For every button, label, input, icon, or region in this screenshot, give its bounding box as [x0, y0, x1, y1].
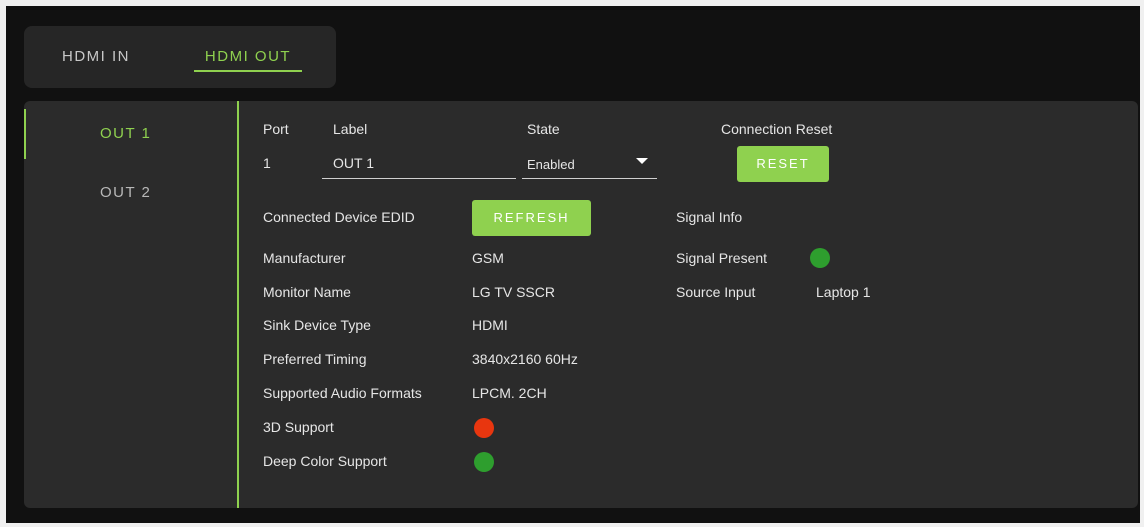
3d-support-status-indicator [474, 418, 494, 438]
preferred-timing-value: 3840x2160 60Hz [472, 351, 578, 367]
sink-device-type-label: Sink Device Type [263, 317, 371, 333]
reset-button[interactable]: RESET [737, 146, 829, 182]
preferred-timing-label: Preferred Timing [263, 351, 367, 367]
state-select[interactable]: Enabled [527, 157, 575, 172]
chevron-down-icon[interactable] [636, 158, 648, 164]
manufacturer-label: Manufacturer [263, 250, 346, 266]
manufacturer-value: GSM [472, 250, 504, 266]
state-select-underline [522, 178, 657, 179]
signal-present-indicator [810, 248, 830, 268]
sink-device-type-value: HDMI [472, 317, 508, 333]
signal-info-title: Signal Info [676, 209, 743, 225]
monitor-name-value: LG TV SSCR [472, 284, 555, 300]
refresh-button[interactable]: REFRESH [472, 200, 591, 236]
sidebar-item-out-2[interactable]: OUT 2 [100, 184, 151, 201]
port-number: 1 [263, 155, 271, 171]
source-input-value: Laptop 1 [816, 284, 871, 300]
tab-bar: HDMI IN HDMI OUT [24, 26, 336, 88]
sidebar-item-out-1[interactable]: OUT 1 [100, 125, 151, 142]
audio-formats-value: LPCM. 2CH [472, 385, 547, 401]
connection-reset-header: Connection Reset [721, 121, 833, 137]
tab-hdmi-out[interactable]: HDMI OUT [194, 44, 302, 72]
deep-color-support-label: Deep Color Support [263, 453, 387, 469]
label-input[interactable]: OUT 1 [333, 155, 374, 171]
label-input-underline [322, 178, 516, 179]
monitor-name-label: Monitor Name [263, 284, 351, 300]
state-header: State [527, 121, 560, 137]
panel-divider [237, 101, 239, 508]
audio-formats-label: Supported Audio Formats [263, 385, 422, 401]
deep-color-status-indicator [474, 452, 494, 472]
output-panel [24, 101, 1138, 508]
edid-title: Connected Device EDID [263, 209, 415, 225]
port-header: Port [263, 121, 289, 137]
source-input-label: Source Input [676, 284, 756, 300]
label-header: Label [333, 121, 368, 137]
tab-hdmi-in[interactable]: HDMI IN [62, 44, 130, 84]
signal-present-label: Signal Present [676, 250, 768, 266]
3d-support-label: 3D Support [263, 419, 334, 435]
sidebar-active-indicator [24, 109, 26, 159]
